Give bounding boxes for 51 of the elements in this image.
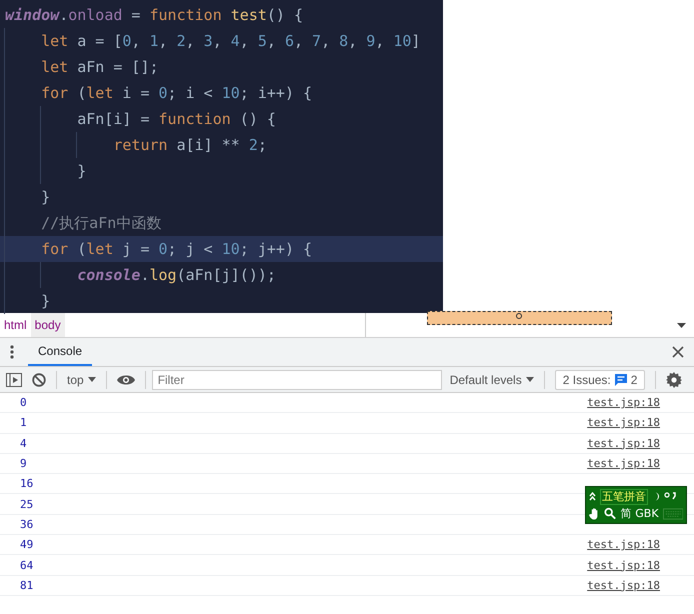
close-icon[interactable] (672, 346, 684, 358)
source-link[interactable]: test.jsp:18 (587, 436, 660, 450)
log-value: 64 (20, 558, 34, 572)
dropdown-icon[interactable] (677, 323, 686, 328)
log-value: 0 (20, 396, 27, 410)
log-value: 1 (20, 416, 27, 430)
settings-icon[interactable] (666, 372, 682, 388)
sidebar-icon[interactable] (6, 372, 22, 386)
hand-icon[interactable] (589, 507, 600, 520)
source-link[interactable]: test.jsp:18 (587, 558, 660, 572)
log-value: 36 (20, 518, 34, 531)
code-line: return a[i] ** 2; (0, 132, 443, 158)
filter-field[interactable]: Filter (152, 370, 442, 390)
code-line: let a = [0, 1, 2, 3, 4, 5, 6, 7, 8, 9, 10] (0, 28, 443, 54)
issues-button[interactable]: 2 Issues: 2 (554, 370, 646, 390)
source-link[interactable]: test.jsp:18 (587, 578, 660, 592)
input-mode[interactable]: 五笔拼音 (600, 488, 648, 504)
code-line: for (let i = 0; i < 10; i++) { (0, 80, 443, 106)
clear-icon[interactable] (32, 372, 46, 386)
eye-icon[interactable] (116, 374, 135, 386)
encoding-toggle[interactable]: GBK (635, 507, 659, 520)
more-icon[interactable] (10, 345, 14, 359)
punctuation-icon[interactable] (664, 492, 676, 501)
levels-select[interactable]: Default levels (450, 372, 534, 386)
caret-icon (88, 377, 96, 382)
context-select[interactable]: top (67, 372, 96, 386)
log-value: 49 (20, 538, 34, 552)
collapse-icon[interactable] (589, 492, 596, 501)
log-value: 4 (20, 436, 27, 450)
code-line: console.log(aFn[j]()); (0, 262, 443, 288)
source-link[interactable]: test.jsp:18 (587, 396, 660, 410)
code-line: } (0, 288, 443, 314)
code-line: } (0, 158, 443, 184)
breadcrumb[interactable]: html (0, 313, 31, 337)
code-line: aFn[i] = function () { (0, 106, 443, 132)
caret-icon (526, 377, 534, 382)
code-line: } (0, 184, 443, 210)
log-value: 16 (20, 477, 34, 490)
code-line: window.onload = function test() { (4, 5, 304, 26)
code-line: let aFn = []; (0, 54, 443, 80)
search-icon[interactable] (604, 507, 616, 520)
log-value: 25 (20, 498, 34, 511)
script-toggle[interactable]: 简 (620, 507, 632, 520)
source-link[interactable]: test.jsp:18 (587, 457, 660, 470)
source-link[interactable]: test.jsp:18 (587, 416, 660, 430)
breadcrumb[interactable]: body (30, 313, 65, 337)
message-icon (614, 374, 627, 386)
code-line: //执行aFn中函数 (0, 210, 443, 236)
log-value: 81 (20, 578, 34, 592)
log-value: 9 (20, 457, 27, 470)
source-link[interactable]: test.jsp:18 (587, 538, 660, 552)
